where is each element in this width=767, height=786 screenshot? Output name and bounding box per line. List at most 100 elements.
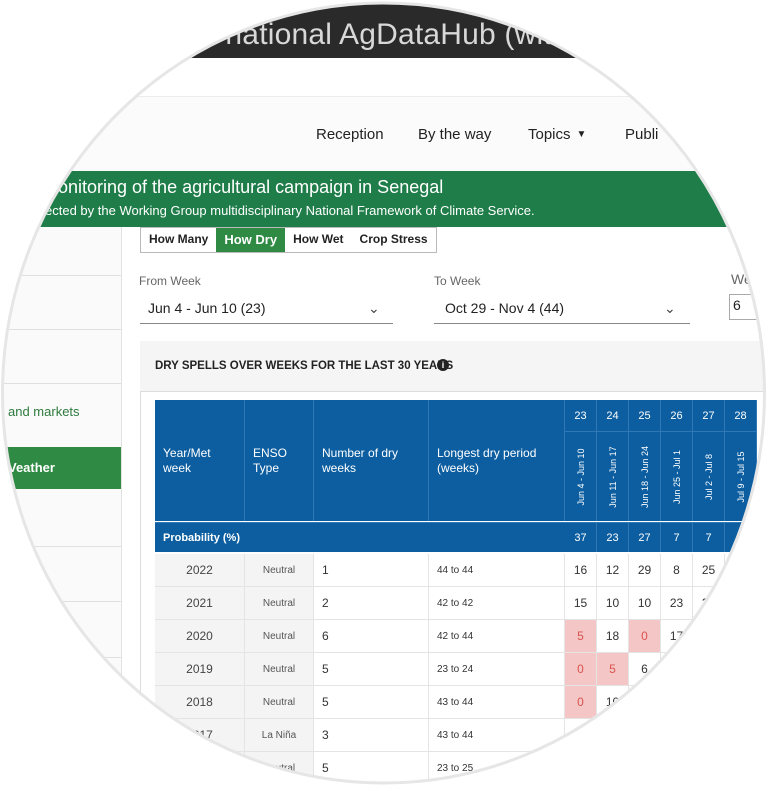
- cell-week-value: 8: [661, 554, 693, 587]
- nav-item-label: Publi: [625, 126, 659, 143]
- cell-longest-period: 44 to 44: [429, 554, 565, 587]
- to-week-underline: [434, 323, 690, 324]
- url-text[interactable]: 164/gtp/: [170, 12, 217, 27]
- week-number-header: 27: [693, 400, 725, 432]
- cell-week-value: [725, 653, 757, 686]
- cell-dry-weeks: 6: [314, 620, 429, 653]
- probability-cell: 37: [565, 522, 597, 552]
- info-icon[interactable]: i: [437, 359, 449, 371]
- address-bar[interactable]: [0, 58, 767, 97]
- cell-year: [155, 752, 245, 785]
- cell-longest-period: 43 to 44: [429, 719, 565, 752]
- week-range-label: Jul 2 - Jul 8: [703, 453, 714, 500]
- col-header-longest-label: Longest dry period (weeks): [437, 446, 537, 475]
- week-number-header: 26: [661, 400, 693, 432]
- week-range-label: Jun 11 - Jun 17: [607, 445, 618, 508]
- week-range-header: Jun 25 - Jul 1: [661, 432, 693, 521]
- cell-week-value: 10: [597, 587, 629, 620]
- cell-enso: Neutral: [245, 752, 314, 785]
- from-week-label: From Week: [139, 274, 201, 288]
- from-week-select[interactable]: Jun 4 - Jun 10 (23): [148, 300, 266, 316]
- probability-label: Probability (%): [163, 532, 241, 544]
- cell-year: 2018: [155, 686, 245, 719]
- week-range-header: Jun 11 - Jun 17: [597, 432, 629, 521]
- cell-week-value: [629, 719, 661, 752]
- week-number-header: 25: [629, 400, 661, 432]
- probability-cell: 27: [629, 522, 661, 552]
- cell-week-value: 23: [661, 587, 693, 620]
- cell-week-value: 16: [565, 554, 597, 587]
- cell-longest-period: 42 to 42: [429, 587, 565, 620]
- week-range-label: Jun 25 - Jul 1: [671, 449, 682, 504]
- week-range-header: Jul 2 - Jul 8: [693, 432, 725, 521]
- nav-item-by-the-way[interactable]: By the way: [418, 126, 491, 143]
- tab-crop-stress[interactable]: Crop Stress: [352, 228, 436, 252]
- col-header-longest: Longest dry period (weeks): [429, 400, 565, 521]
- cell-week-value: [693, 752, 725, 785]
- sidebar-divider: [0, 275, 121, 276]
- nav-item-topics[interactable]: Topics ▼: [528, 126, 586, 143]
- chevron-down-icon[interactable]: ⌄: [368, 300, 380, 317]
- probability-cell: 7: [693, 522, 725, 552]
- sidebar-item-markets[interactable]: and markets: [8, 404, 80, 419]
- nav-item-label: By the way: [418, 126, 492, 143]
- cell-week-value: 10: [597, 686, 629, 719]
- cell-week-value: [693, 653, 725, 686]
- to-week-select[interactable]: Oct 29 - Nov 4 (44): [445, 300, 564, 316]
- cell-year: 2020: [155, 620, 245, 653]
- cell-week-value: 5: [597, 653, 629, 686]
- caret-down-icon: ▼: [576, 129, 587, 140]
- cell-enso: Neutral: [245, 686, 314, 719]
- screen-viewport: n national AgDataHub (with 164/gtp/ Rece…: [0, 0, 767, 786]
- cell-dry-weeks: 5: [314, 653, 429, 686]
- cell-week-value: 7: [565, 719, 597, 752]
- cell-week-value: [597, 719, 629, 752]
- cell-week-value: [693, 686, 725, 719]
- cell-week-value: 17: [661, 620, 693, 653]
- week-number-header: 24: [597, 400, 629, 432]
- to-week-label: To Week: [434, 274, 481, 288]
- cell-week-value: 5: [565, 620, 597, 653]
- week-number-header: 23: [565, 400, 597, 432]
- week-range-label: Jun 4 - Jun 10: [575, 447, 586, 506]
- tab-how-dry[interactable]: How Dry: [216, 228, 286, 252]
- cell-week-value: [661, 653, 693, 686]
- cell-enso: La Niña: [245, 719, 314, 752]
- cell-week-value: 37: [693, 587, 725, 620]
- col-header-enso-label: ENSO Type: [253, 446, 288, 475]
- panel-title: DRY SPELLS OVER WEEKS FOR THE LAST 30 YE…: [155, 360, 454, 372]
- cell-week-value: 29: [629, 554, 661, 587]
- cell-week-value: 0: [565, 686, 597, 719]
- sidebar: [0, 227, 122, 786]
- tab-how-many[interactable]: How Many: [141, 228, 216, 252]
- sidebar-divider: [0, 546, 121, 547]
- cell-week-value: [661, 752, 693, 785]
- cell-longest-period: 23 to 25: [429, 752, 565, 785]
- week-range-header: Jul 9 - Jul 15: [725, 432, 757, 521]
- cell-week-value: 18: [597, 620, 629, 653]
- cell-dry-weeks: 5: [314, 752, 429, 785]
- nav-item-publications[interactable]: Publi: [625, 126, 658, 143]
- cell-dry-weeks: 2: [314, 587, 429, 620]
- cell-enso: Neutral: [245, 653, 314, 686]
- cell-week-value: 10: [629, 587, 661, 620]
- sidebar-item-weather-label: Veather: [8, 460, 55, 475]
- probability-cell: 23: [597, 522, 629, 552]
- chevron-down-icon[interactable]: ⌄: [664, 300, 676, 317]
- cell-week-value: [725, 719, 757, 752]
- analysis-tabs: How Many How Dry How Wet Crop Stress: [140, 227, 437, 253]
- cell-week-value: 0: [629, 620, 661, 653]
- cell-dry-weeks: 3: [314, 719, 429, 752]
- col-header-number-label: Number of dry weeks: [322, 446, 399, 475]
- week-count-label: We: [731, 271, 752, 287]
- cell-week-value: [693, 620, 725, 653]
- probability-cell: 7: [661, 522, 693, 552]
- week-number-header: 28: [725, 400, 757, 432]
- cell-week-value: [725, 554, 757, 587]
- cell-week-value: [725, 752, 757, 785]
- tab-how-wet[interactable]: How Wet: [285, 228, 351, 252]
- nav-item-label: Topics: [528, 126, 571, 143]
- nav-item-reception[interactable]: Reception: [316, 126, 384, 143]
- cell-longest-period: 42 to 44: [429, 620, 565, 653]
- cell-week-value: 0: [565, 653, 597, 686]
